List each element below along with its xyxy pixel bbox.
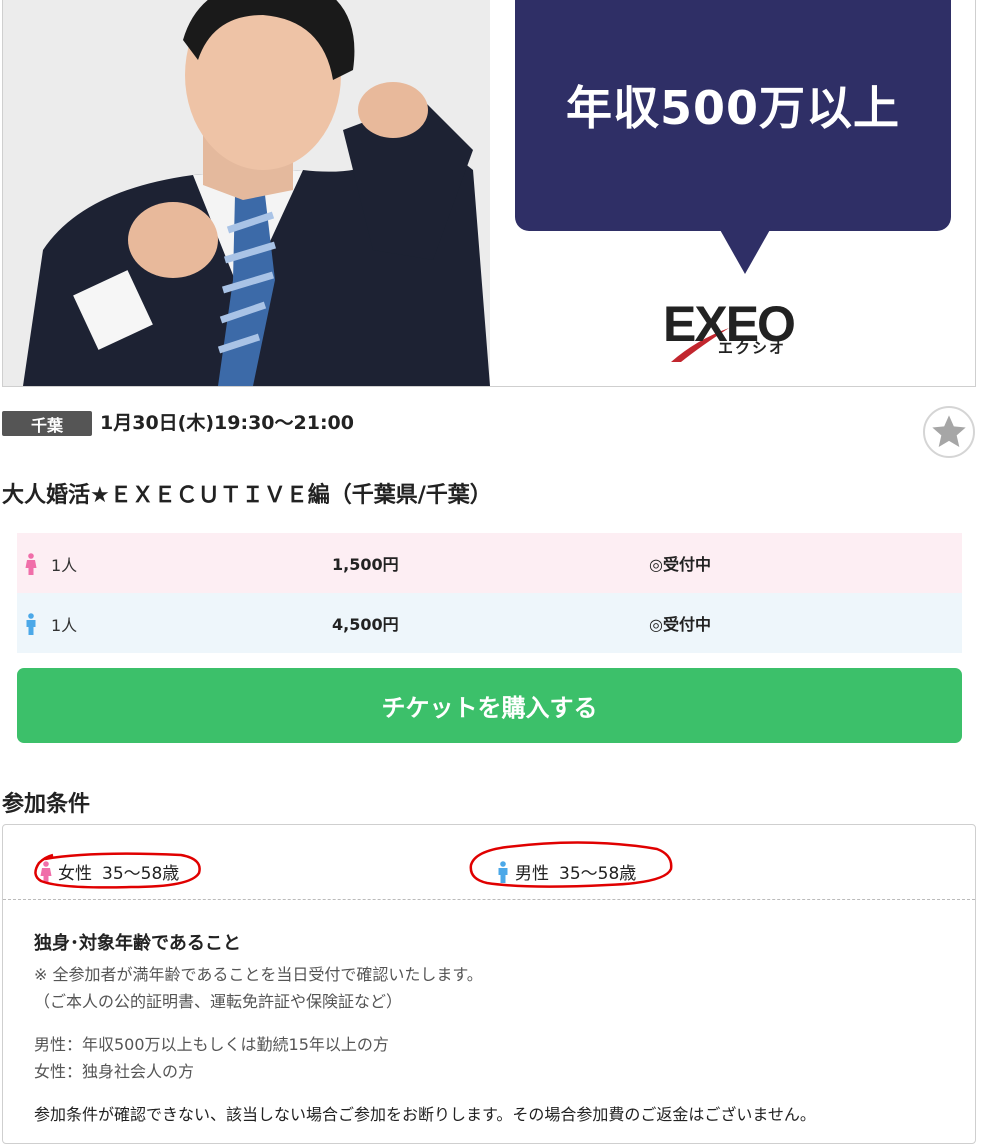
age-conditions-header: 女性 35〜58歳 男性 35〜58歳 — [3, 825, 975, 900]
area-badge: 千葉 — [2, 411, 92, 436]
hero-photo-businessman — [3, 0, 490, 386]
conditions-body: 独身･対象年齢であること ※ 全参加者が満年齢であることを当日受付で確認いたしま… — [34, 929, 954, 1128]
male-price: 4,500円 — [332, 615, 399, 634]
male-count: 1人 — [51, 616, 78, 635]
income-speech-bubble: 年収500万以上 — [515, 0, 951, 231]
female-count: 1人 — [51, 556, 78, 575]
favorite-button[interactable] — [923, 406, 975, 458]
buy-ticket-button[interactable]: チケットを購入する — [17, 668, 962, 743]
female-person-icon — [40, 860, 52, 883]
condition-requirement: 男性：年収500万以上もしくは勤続15年以上の方 — [34, 1035, 389, 1054]
conditions-section-title: 参加条件 — [2, 792, 91, 817]
female-age-range: 35〜58歳 — [102, 864, 180, 884]
male-age-range: 35〜58歳 — [559, 864, 637, 884]
businessman-illustration — [3, 0, 490, 386]
event-title: 大人婚活★ＥＸＥＣＵＴＩＶＥ編（千葉県/千葉） — [2, 483, 492, 508]
male-person-icon — [25, 613, 37, 635]
event-hero-banner: 年収500万以上 EXEO エクシオ — [2, 0, 976, 387]
male-age-condition: 男性 35〜58歳 — [497, 859, 636, 884]
star-icon — [932, 415, 966, 447]
refusal-notice: 参加条件が確認できない、該当しない場合ご参加をお断りします。その場合参加費のご返… — [34, 1105, 816, 1124]
conditions-box: 女性 35〜58歳 男性 35〜58歳 独身･対象年齢であること ※ 全参加者が… — [2, 824, 976, 1144]
income-bubble-text: 年収500万以上 — [565, 80, 901, 135]
condition-note: （ご本人の公的証明書、運転免許証や保険証など） — [34, 992, 403, 1011]
event-datetime: 1月30日(木)19:30〜21:00 — [100, 412, 354, 434]
female-label: 女性 — [58, 864, 92, 884]
male-person-icon — [498, 860, 508, 883]
conditions-heading: 独身･対象年齢であること — [34, 933, 241, 954]
price-row-male: 1人 4,500円 ◎受付中 — [17, 593, 962, 653]
condition-requirement: 女性：独身社会人の方 — [34, 1062, 195, 1081]
male-status: ◎受付中 — [649, 615, 711, 634]
price-row-female: 1人 1,500円 ◎受付中 — [17, 533, 962, 593]
female-person-icon — [25, 553, 37, 575]
logo-katakana: エクシオ — [718, 339, 787, 357]
male-label: 男性 — [515, 864, 549, 884]
female-status: ◎受付中 — [649, 555, 711, 574]
exeo-logo: EXEO エクシオ — [663, 295, 813, 365]
female-price: 1,500円 — [332, 555, 399, 574]
speech-bubble-tail — [719, 228, 771, 274]
condition-note: ※ 全参加者が満年齢であることを当日受付で確認いたします。 — [34, 965, 483, 984]
female-age-condition: 女性 35〜58歳 — [40, 859, 179, 884]
